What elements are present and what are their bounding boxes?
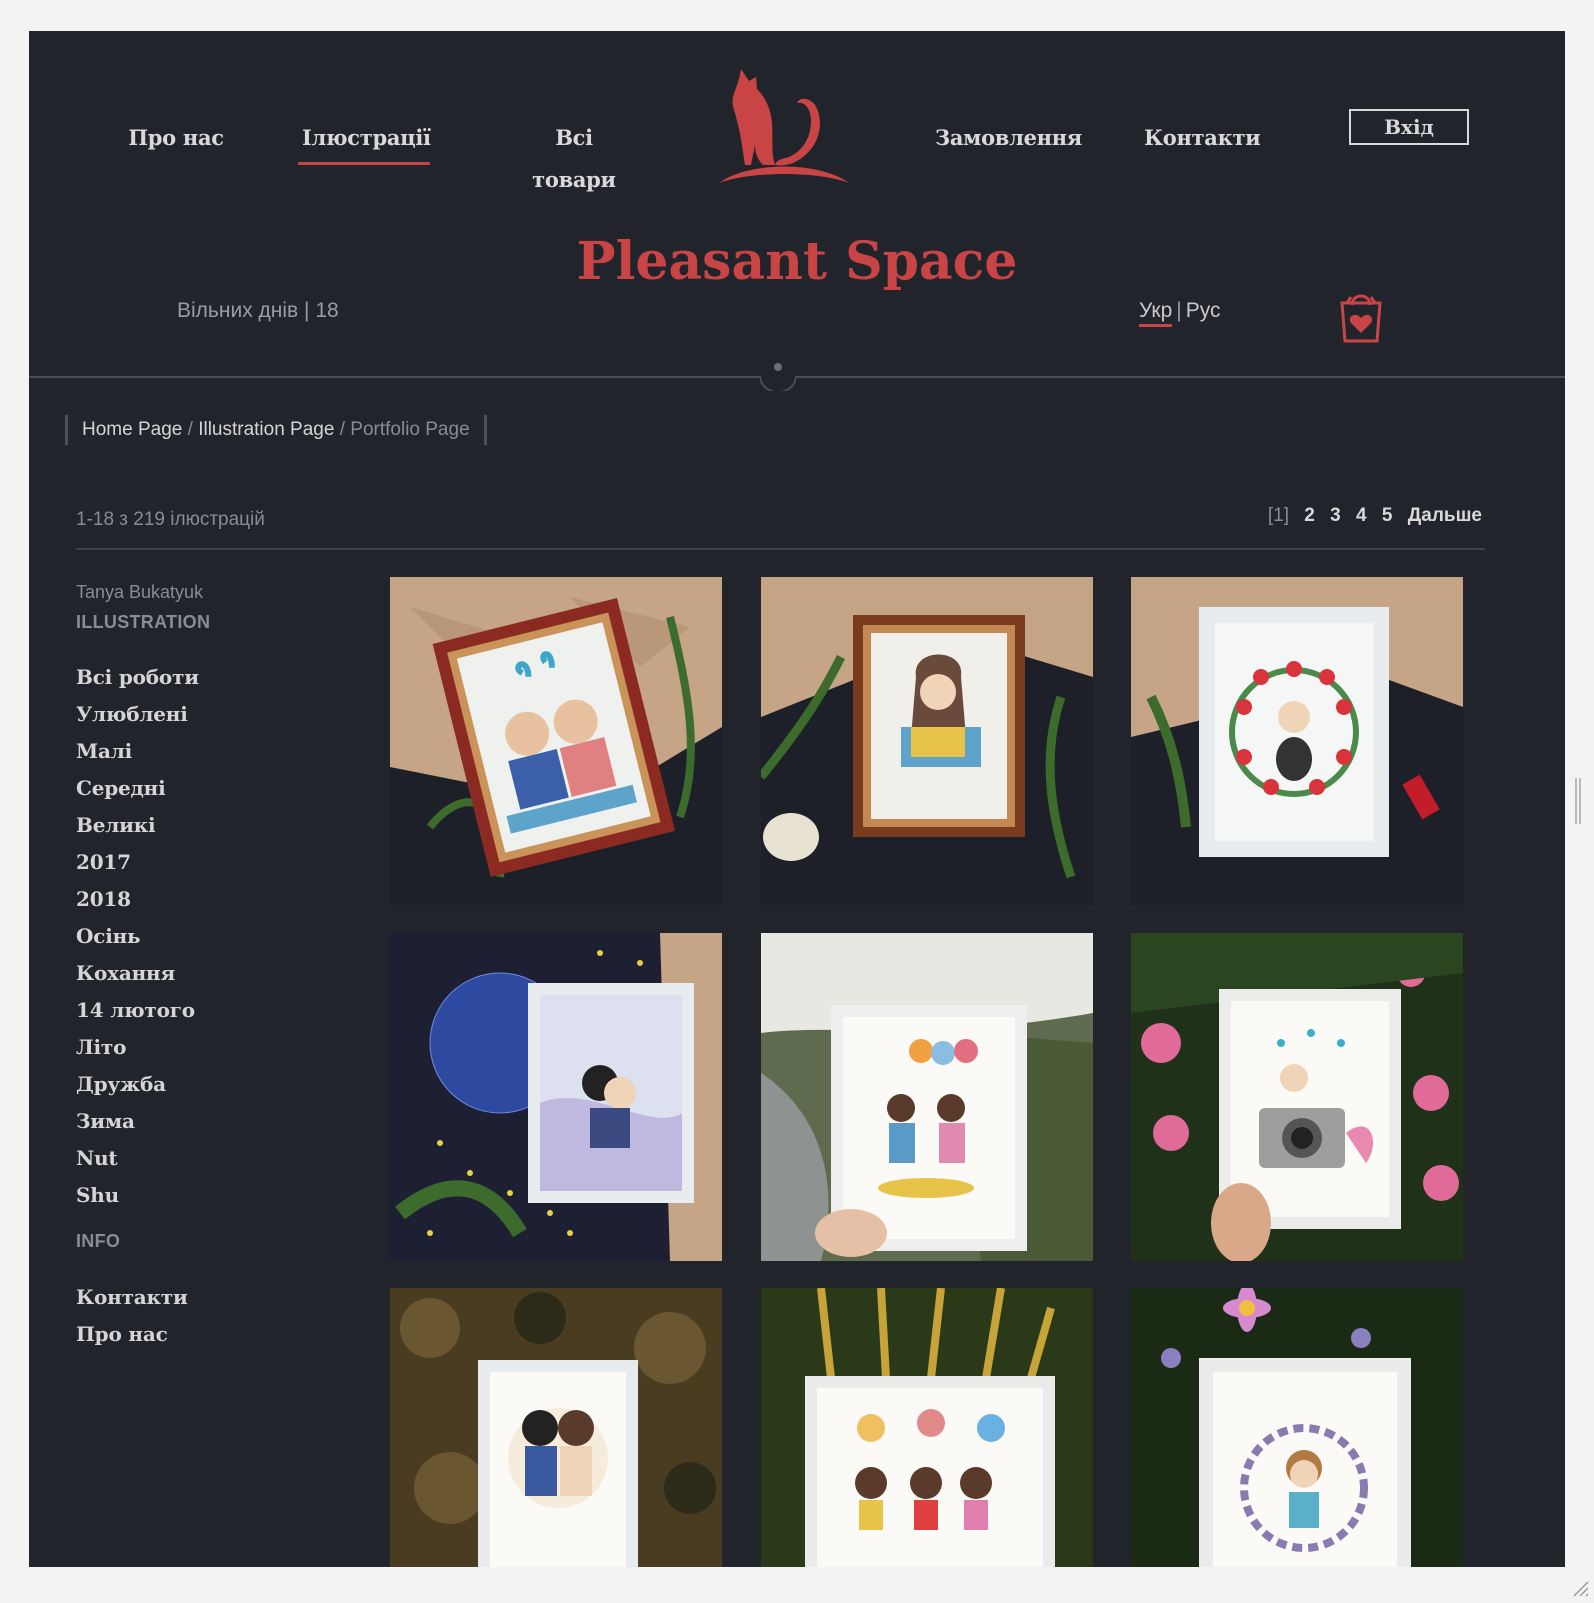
content-divider <box>76 548 1485 550</box>
kissing-couple-forest-illustration <box>390 1288 722 1567</box>
login-button[interactable]: Вхід <box>1349 109 1469 145</box>
girl-with-cat-tulips-illustration <box>1131 577 1463 905</box>
results-count: 1-18 з 219 ілюстрацій <box>76 509 265 530</box>
gallery-item[interactable] <box>390 1288 722 1567</box>
lang-separator: | <box>1176 299 1182 322</box>
breadcrumb-home[interactable]: Home Page <box>82 419 182 440</box>
page-link[interactable]: 4 <box>1356 505 1367 526</box>
sidebar-item-large[interactable]: Великі <box>76 807 199 844</box>
gallery-item[interactable] <box>1131 933 1463 1261</box>
breadcrumb-separator: / <box>339 419 345 440</box>
page-link[interactable]: 2 <box>1304 505 1315 526</box>
couple-banner-illustration <box>390 577 722 905</box>
header-divider <box>29 376 1565 378</box>
balloons-couple-river-illustration <box>761 933 1093 1261</box>
language-switcher: Укр | Рус <box>1139 299 1221 327</box>
page-frame: Про нас Ілюстрації Всі товари Замовлення… <box>29 31 1565 1567</box>
breadcrumb: Home Page / Illustration Page / Portfoli… <box>65 415 487 445</box>
sidebar-item-friendship[interactable]: Дружба <box>76 1066 199 1103</box>
sidebar-item-love[interactable]: Кохання <box>76 955 199 992</box>
nav-illustrations[interactable]: Ілюстрації <box>298 117 431 165</box>
sidebar-item-valentines[interactable]: 14 лютого <box>76 992 199 1029</box>
nav-about[interactable]: Про нас <box>121 117 231 159</box>
sidebar-item-medium[interactable]: Середні <box>76 770 199 807</box>
divider-knob-icon <box>760 363 796 391</box>
lang-ukr[interactable]: Укр <box>1139 299 1173 327</box>
sidebar-item-2017[interactable]: 2017 <box>76 844 199 881</box>
sidebar-item-favorites[interactable]: Улюблені <box>76 696 199 733</box>
gallery-item[interactable] <box>390 577 722 905</box>
breadcrumb-current: Portfolio Page <box>350 419 470 440</box>
sidebar-section-info: INFO <box>76 1231 121 1251</box>
gallery-item[interactable] <box>761 1288 1093 1567</box>
gallery-item[interactable] <box>1131 577 1463 905</box>
page-link[interactable]: 5 <box>1382 505 1393 526</box>
sidebar-item-autumn[interactable]: Осінь <box>76 918 199 955</box>
sidebar-author: Tanya Bukatyuk <box>76 582 204 602</box>
gallery-item[interactable] <box>390 933 722 1261</box>
pagination: [1] 2 3 4 5 Дальше <box>1258 505 1482 527</box>
scroll-handle[interactable] <box>1575 778 1581 824</box>
nav-all-products[interactable]: Всі товари <box>514 117 634 192</box>
lang-rus[interactable]: Рус <box>1186 299 1221 322</box>
sidebar-item-winter[interactable]: Зима <box>76 1103 199 1140</box>
sisters-balloons-illustration <box>761 1288 1093 1567</box>
girl-camera-flowers-illustration <box>1131 933 1463 1261</box>
sidebar-info-about[interactable]: Про нас <box>76 1316 188 1353</box>
sidebar-item-summer[interactable]: Літо <box>76 1029 199 1066</box>
sidebar-item-2018[interactable]: 2018 <box>76 881 199 918</box>
nav-orders[interactable]: Замовлення <box>935 117 1082 159</box>
breadcrumb-separator: / <box>187 419 193 440</box>
girl-floral-wreath-illustration <box>1131 1288 1463 1567</box>
sidebar-section-illustration: ILLUSTRATION <box>76 612 211 632</box>
free-days-counter: Вільних днів | 18 <box>177 299 339 322</box>
sidebar-item-small[interactable]: Малі <box>76 733 199 770</box>
shopping-bag-icon[interactable] <box>1337 287 1385 345</box>
site-title: Pleasant Space <box>576 231 1018 292</box>
sidebar-category-list: Всі роботи Улюблені Малі Середні Великі … <box>76 659 199 1214</box>
sidebar-info-contacts[interactable]: Контакти <box>76 1279 188 1316</box>
page-link[interactable]: 3 <box>1330 505 1341 526</box>
gallery-item[interactable] <box>761 577 1093 905</box>
cat-logo[interactable] <box>719 65 854 185</box>
page-current: [1] <box>1267 505 1290 526</box>
nav-contacts[interactable]: Контакти <box>1144 117 1261 159</box>
breadcrumb-illustration[interactable]: Illustration Page <box>198 419 334 440</box>
stars-couple-illustration <box>390 933 722 1261</box>
sidebar-info-list: Контакти Про нас <box>76 1279 188 1353</box>
sidebar-item-all[interactable]: Всі роботи <box>76 659 199 696</box>
gallery-item[interactable] <box>761 933 1093 1261</box>
resize-grip-icon[interactable] <box>1570 1578 1590 1598</box>
sidebar-item-shu[interactable]: Shu <box>76 1177 199 1214</box>
gallery-item[interactable] <box>1131 1288 1463 1567</box>
girl-with-books-illustration <box>761 577 1093 905</box>
sidebar-item-nut[interactable]: Nut <box>76 1140 199 1177</box>
page-next[interactable]: Дальше <box>1408 505 1482 526</box>
